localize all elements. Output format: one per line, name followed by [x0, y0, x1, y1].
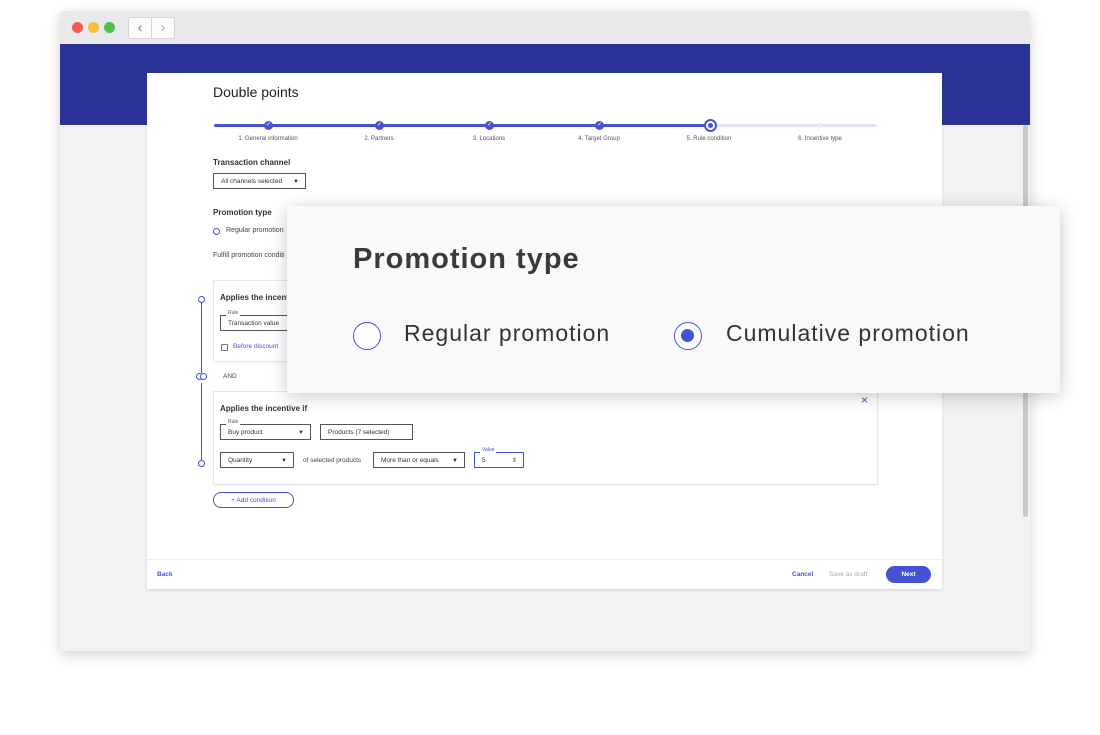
step-label-1: 1. General information [238, 136, 298, 142]
products-value: Products (7 selected) [328, 429, 390, 436]
step-5-current-icon[interactable] [704, 119, 717, 132]
transaction-channel-value: All channels selected [221, 178, 283, 185]
close-window-icon[interactable] [72, 22, 83, 33]
save-draft-button[interactable]: Save as draft [829, 571, 867, 578]
back-nav-button[interactable]: ‹ [128, 17, 152, 39]
back-button[interactable]: Back [157, 571, 173, 578]
value-input[interactable]: 5 ⇕ [474, 452, 524, 468]
chevron-down-icon: ▼ [298, 430, 304, 436]
condition-2-rule-value: Buy product [228, 429, 263, 436]
regular-promotion-big-radio[interactable] [353, 322, 381, 350]
step-2-check-icon[interactable]: ✓ [375, 121, 384, 130]
footer-divider [147, 559, 942, 560]
regular-promotion-label: Regular promotion [226, 227, 284, 234]
quantity-select[interactable]: Quantity ▼ [220, 452, 294, 468]
condition-connector-line-1 [201, 299, 202, 373]
regular-promotion-big-label: Regular promotion [404, 320, 611, 346]
promotion-type-label: Promotion type [213, 208, 272, 217]
next-button[interactable]: Next [886, 566, 931, 583]
step-6-pending-icon [818, 123, 823, 128]
maximize-window-icon[interactable] [104, 22, 115, 33]
quantity-value: Quantity [228, 457, 253, 464]
step-4-check-icon[interactable]: ✓ [595, 121, 604, 130]
chevron-down-icon: ▼ [281, 458, 287, 464]
condition-connector-line-2 [201, 383, 202, 463]
transaction-channel-select[interactable]: All channels selected ▼ [213, 173, 306, 189]
forward-nav-button[interactable]: › [151, 17, 175, 39]
step-1-check-icon[interactable]: ✓ [264, 121, 273, 130]
cancel-button[interactable]: Cancel [792, 571, 813, 578]
fulfill-conditions-text: Fulfill promotion conditi [213, 252, 285, 259]
page-title: Double points [213, 84, 299, 100]
step-label-6: 6. Incentive type [798, 136, 842, 142]
comparator-value: More than or equals [381, 457, 439, 464]
before-discount-checkbox[interactable] [221, 344, 228, 351]
step-label-4: 4. Target Group [578, 136, 620, 142]
step-label-5: 5. Rule condition [686, 136, 732, 142]
minimize-window-icon[interactable] [88, 22, 99, 33]
cumulative-promotion-big-label: Cumulative promotion [726, 320, 970, 346]
promotion-type-zoom-panel: Promotion type Regular promotion Cumulat… [287, 206, 1060, 393]
chevron-down-icon: ▼ [452, 458, 458, 464]
products-select[interactable]: Products (7 selected) [320, 424, 413, 440]
of-selected-products-text: of selected products [303, 457, 362, 464]
close-condition-icon[interactable]: × [861, 393, 868, 407]
before-discount-label: Before discount [233, 343, 279, 350]
condition-1-rule-value: Transaction value [228, 320, 280, 327]
value-label: Value [480, 447, 497, 453]
regular-promotion-radio[interactable] [213, 228, 220, 235]
add-condition-button[interactable]: + Add condition [213, 492, 294, 508]
transaction-channel-label: Transaction channel [213, 158, 291, 167]
popup-title: Promotion type [353, 243, 580, 275]
condition-1-title: Applies the incent [220, 293, 289, 302]
condition-2-rule-label: Rule [226, 419, 241, 425]
cumulative-promotion-big-radio[interactable] [674, 322, 702, 350]
condition-card-2 [213, 391, 878, 485]
browser-titlebar: ‹ › [60, 11, 1030, 44]
stepper-arrows-icon[interactable]: ⇕ [512, 453, 517, 469]
connector-node-icon [198, 296, 205, 303]
and-label: AND [223, 373, 237, 380]
condition-2-rule-select[interactable]: Buy product ▼ [220, 424, 311, 440]
value-input-text: 5 [482, 457, 486, 464]
condition-1-rule-label: Rule [226, 310, 241, 316]
comparator-select[interactable]: More than or equals ▼ [373, 452, 465, 468]
step-label-2: 2. Partners [364, 136, 394, 142]
chevron-down-icon: ▼ [293, 179, 299, 185]
step-label-3: 3. Locations [472, 136, 506, 142]
and-link-icon-2 [200, 373, 207, 380]
connector-end-node-icon [198, 460, 205, 467]
step-3-check-icon[interactable]: ✓ [485, 121, 494, 130]
stepper-progress [214, 124, 711, 127]
condition-2-title: Applies the incentive if [220, 404, 308, 413]
